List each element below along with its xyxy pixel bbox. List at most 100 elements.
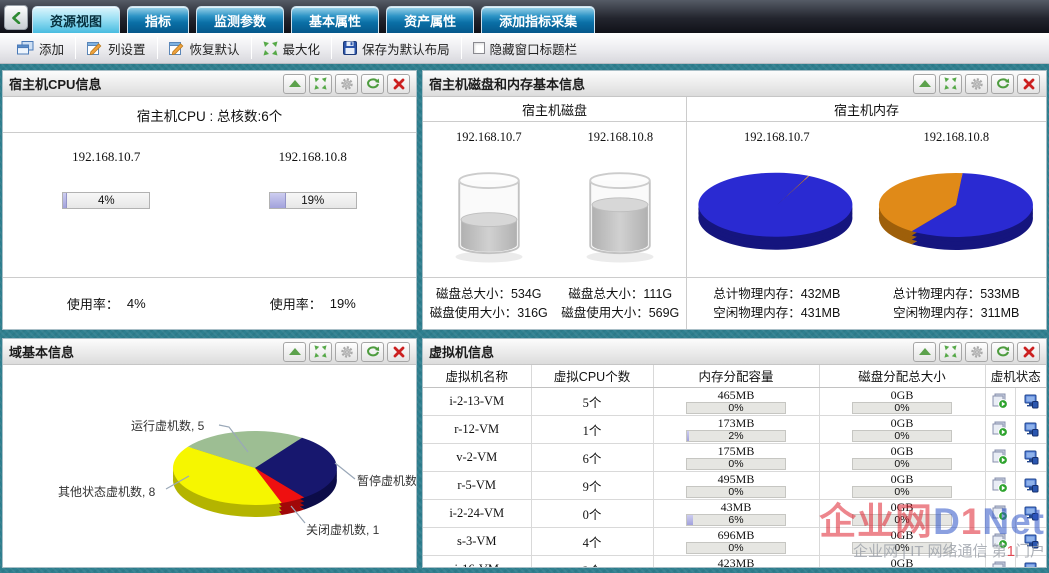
- stat-value: 533MB: [980, 287, 1020, 301]
- add-button[interactable]: 添加: [6, 37, 75, 59]
- vm-console-icon[interactable]: [1023, 421, 1039, 437]
- vm-running-icon[interactable]: [992, 393, 1008, 409]
- section-title: 宿主机磁盘: [423, 97, 686, 122]
- vm-console-icon[interactable]: [1023, 561, 1039, 567]
- tab-add-indicator-collect[interactable]: 添加指标采集: [481, 6, 595, 33]
- vm-status-running[interactable]: [986, 416, 1016, 443]
- collapse-icon: [919, 80, 931, 87]
- vm-status-cell: [985, 527, 1046, 555]
- refresh-button[interactable]: [991, 74, 1014, 94]
- vm-status-running[interactable]: [986, 472, 1016, 499]
- table-row[interactable]: i-2-24-VM0个43MB6%0GB0%: [423, 499, 1046, 527]
- stat-value: 432MB: [801, 287, 841, 301]
- checkbox-icon[interactable]: [473, 42, 485, 54]
- maximize-button[interactable]: [309, 342, 332, 362]
- tab-basic-properties[interactable]: 基本属性: [291, 6, 379, 33]
- settings-button[interactable]: [965, 74, 988, 94]
- vm-status-running[interactable]: [986, 500, 1016, 527]
- panel-header[interactable]: 宿主机磁盘和内存基本信息: [423, 71, 1046, 97]
- stat-label: 空闲物理内存：: [893, 306, 981, 320]
- panel-domain-info: 域基本信息: [2, 338, 417, 568]
- maximize-icon: [263, 41, 278, 56]
- cpu-usage-bar: 19%: [269, 192, 357, 209]
- host-ip: 192.168.10.8: [867, 122, 1047, 152]
- vm-status-cell: [985, 415, 1046, 443]
- vm-console-icon[interactable]: [1023, 533, 1039, 549]
- vm-status-console[interactable]: [1015, 416, 1046, 443]
- back-button[interactable]: [4, 5, 28, 30]
- close-button[interactable]: [1017, 74, 1040, 94]
- vm-console-icon[interactable]: [1023, 477, 1039, 493]
- panel-header[interactable]: 虚拟机信息: [423, 339, 1046, 365]
- host-ip: 192.168.10.7: [72, 149, 140, 165]
- vm-console-icon[interactable]: [1023, 505, 1039, 521]
- close-button[interactable]: [387, 342, 410, 362]
- vm-status-running[interactable]: [986, 556, 1016, 568]
- refresh-button[interactable]: [361, 342, 384, 362]
- table-row[interactable]: s-3-VM4个696MB0%0GB0%: [423, 527, 1046, 555]
- tab-resource-view[interactable]: 资源视图: [32, 6, 120, 33]
- vm-cpu-count: 5个: [531, 387, 653, 415]
- collapse-button[interactable]: [283, 342, 306, 362]
- vm-running-icon[interactable]: [992, 449, 1008, 465]
- vm-status-console[interactable]: [1015, 556, 1046, 568]
- settings-button[interactable]: [335, 342, 358, 362]
- vm-status-running[interactable]: [986, 528, 1016, 555]
- table-row[interactable]: v-2-VM6个175MB0%0GB0%: [423, 443, 1046, 471]
- collapse-icon: [289, 348, 301, 355]
- memory-usage-bar: 0%: [686, 542, 786, 554]
- vm-running-icon[interactable]: [992, 533, 1008, 549]
- maximize-button[interactable]: [309, 74, 332, 94]
- col-vm-status[interactable]: 虚机状态: [985, 365, 1046, 387]
- tab-asset-properties[interactable]: 资产属性: [386, 6, 474, 33]
- vm-disk-cell: 0GB0%: [819, 387, 985, 415]
- col-memory-alloc[interactable]: 内存分配容量: [653, 365, 819, 387]
- vm-status-running[interactable]: [986, 444, 1016, 471]
- column-settings-button[interactable]: 列设置: [76, 37, 157, 59]
- maximize-button[interactable]: [939, 74, 962, 94]
- restore-default-button[interactable]: 恢复默认: [158, 37, 251, 59]
- vm-console-icon[interactable]: [1023, 449, 1039, 465]
- vm-running-icon[interactable]: [992, 505, 1008, 521]
- hide-window-titlebar-toggle[interactable]: 隐藏窗口标题栏: [462, 37, 589, 59]
- table-row[interactable]: r-5-VM9个495MB0%0GB0%: [423, 471, 1046, 499]
- col-disk-alloc[interactable]: 磁盘分配总大小: [819, 365, 985, 387]
- maximize-button[interactable]: [939, 342, 962, 362]
- collapse-button[interactable]: [913, 74, 936, 94]
- panel-title: 域基本信息: [9, 342, 280, 361]
- vm-status-console[interactable]: [1015, 500, 1046, 527]
- memory-usage-bar: 6%: [686, 514, 786, 526]
- vm-running-icon[interactable]: [992, 561, 1008, 567]
- col-vm-name[interactable]: 虚拟机名称: [423, 365, 531, 387]
- maximize-icon: [944, 77, 957, 90]
- settings-button[interactable]: [335, 74, 358, 94]
- table-row[interactable]: i-16-VM2个423MB0%0GB0%: [423, 555, 1046, 567]
- domain-pie-area: 运行虚机数, 5 暂停虚机数 关闭虚机数, 1 其他状态虚机数, 8: [3, 365, 416, 567]
- vm-name: v-2-VM: [423, 443, 531, 471]
- refresh-button[interactable]: [991, 342, 1014, 362]
- close-button[interactable]: [387, 74, 410, 94]
- vm-memory-cell: 696MB0%: [653, 527, 819, 555]
- refresh-button[interactable]: [361, 74, 384, 94]
- vm-status-console[interactable]: [1015, 528, 1046, 555]
- save-default-layout-button[interactable]: 保存为默认布局: [332, 37, 461, 59]
- table-row[interactable]: i-2-13-VM5个465MB0%0GB0%: [423, 387, 1046, 415]
- panel-header[interactable]: 宿主机CPU信息: [3, 71, 416, 97]
- vm-console-icon[interactable]: [1023, 393, 1039, 409]
- maximize-button[interactable]: 最大化: [252, 37, 332, 59]
- settings-button[interactable]: [965, 342, 988, 362]
- vm-status-running[interactable]: [986, 388, 1016, 415]
- collapse-button[interactable]: [283, 74, 306, 94]
- panel-header[interactable]: 域基本信息: [3, 339, 416, 365]
- tab-monitor-params[interactable]: 监测参数: [196, 6, 284, 33]
- col-vcpu-count[interactable]: 虚拟CPU个数: [531, 365, 653, 387]
- tab-indicators[interactable]: 指标: [127, 6, 189, 33]
- vm-running-icon[interactable]: [992, 477, 1008, 493]
- vm-running-icon[interactable]: [992, 421, 1008, 437]
- vm-status-console[interactable]: [1015, 444, 1046, 471]
- vm-status-console[interactable]: [1015, 472, 1046, 499]
- vm-status-console[interactable]: [1015, 388, 1046, 415]
- close-button[interactable]: [1017, 342, 1040, 362]
- collapse-button[interactable]: [913, 342, 936, 362]
- table-row[interactable]: r-12-VM1个173MB2%0GB0%: [423, 415, 1046, 443]
